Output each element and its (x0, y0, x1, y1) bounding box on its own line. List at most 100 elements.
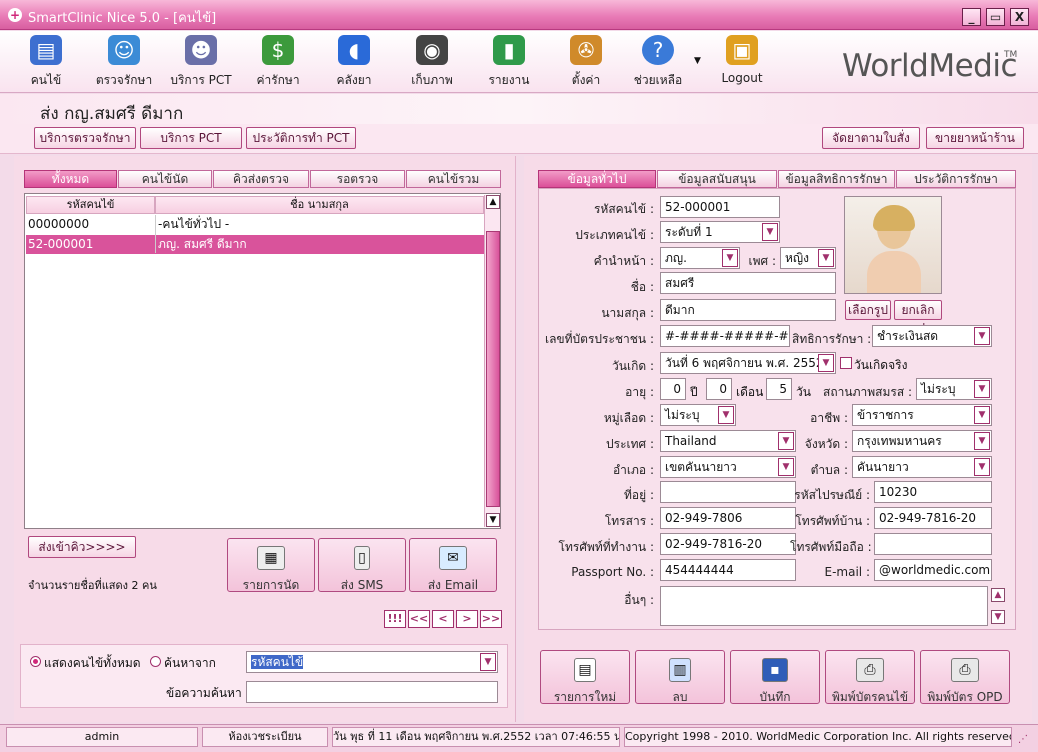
exam-service-button[interactable]: บริการตรวจรักษา (34, 127, 136, 149)
search-text-input[interactable] (246, 681, 498, 703)
tab-all[interactable]: ทั้งหมด (24, 170, 117, 188)
toolbar-pharmacy[interactable]: ◖ คลังยา (318, 35, 390, 91)
minimize-button[interactable]: _ (962, 8, 981, 26)
dispense-prescription-button[interactable]: จัดยาตามใบสั่ง (822, 127, 920, 149)
delete-button[interactable]: ▥ ลบ (635, 650, 725, 704)
print-patient-card-button[interactable]: ⎙ พิมพ์บัตรคนไข้ (825, 650, 915, 704)
last-name-field[interactable]: ดีมาก (660, 299, 836, 321)
chevron-down-icon[interactable]: ▼ (974, 327, 990, 345)
toolbar-help[interactable]: ? ช่วยเหลือ (622, 35, 694, 91)
toolbar-patient[interactable]: ▤ คนไข้ (10, 35, 82, 91)
marital-select[interactable]: ไม่ระบุ ▼ (916, 378, 992, 400)
notes-scroll-up-icon[interactable]: ▲ (991, 588, 1005, 602)
country-select[interactable]: Thailand ▼ (660, 430, 796, 452)
notes-scroll-down-icon[interactable]: ▼ (991, 610, 1005, 624)
chevron-down-icon[interactable]: ▼ (974, 380, 990, 398)
tab-rights-info[interactable]: ข้อมูลสิทธิการรักษา (778, 170, 895, 188)
scroll-down-icon[interactable]: ▼ (486, 513, 500, 527)
tab-support-info[interactable]: ข้อมูลสนับสนุน (657, 170, 777, 188)
column-header-name[interactable]: ชื่อ นามสกุล (155, 196, 484, 214)
age-months-field[interactable]: 0 (706, 378, 732, 400)
chevron-down-icon[interactable]: ▼ (818, 354, 834, 372)
home-phone-field[interactable]: 02-949-7816-20 (874, 507, 992, 529)
print-opd-card-button[interactable]: ⎙ พิมพ์บัตร OPD (920, 650, 1010, 704)
show-all-radio[interactable] (30, 656, 41, 667)
new-record-button[interactable]: ▤ รายการใหม่ (540, 650, 630, 704)
chevron-down-icon[interactable]: ▼ (480, 653, 496, 671)
nav-last-button[interactable]: >> (480, 610, 502, 628)
toolbar-images[interactable]: ◉ เก็บภาพ (396, 35, 468, 91)
search-field-select[interactable]: รหัสคนไข้ ▼ (246, 651, 498, 673)
postal-field[interactable]: 10230 (874, 481, 992, 503)
send-email-button[interactable]: ✉ ส่ง Email (409, 538, 497, 592)
chevron-down-icon[interactable]: ▼ (974, 458, 990, 476)
address-field[interactable] (660, 481, 796, 503)
search-from-radio[interactable] (150, 656, 161, 667)
toolbar-logout[interactable]: ▣ Logout (706, 35, 778, 91)
chevron-down-icon[interactable]: ▼ (974, 432, 990, 450)
table-row[interactable]: 00000000 -คนไข้ทั่วไป - (26, 215, 484, 234)
sex-select[interactable]: หญิง ▼ (780, 247, 836, 269)
passport-field[interactable]: 454444444 (660, 559, 796, 581)
subdistrict-select[interactable]: คันนายาว ▼ (852, 456, 992, 478)
toolbar-settings[interactable]: ✇ ตั้งค่า (550, 35, 622, 91)
nav-prev-button[interactable]: < (432, 610, 454, 628)
tools-icon: ✇ (570, 35, 602, 65)
cancel-photo-button[interactable]: ยกเลิกรูป (894, 300, 942, 335)
retail-sale-button[interactable]: ขายยาหน้าร้าน (926, 127, 1024, 149)
help-dropdown-icon[interactable]: ▼ (694, 56, 701, 66)
toolbar-pct[interactable]: ☻ บริการ PCT (165, 35, 237, 91)
toolbar-report[interactable]: ▮ รายงาน (473, 35, 545, 91)
nav-first-button[interactable]: << (408, 610, 430, 628)
first-name-field[interactable]: สมศรี (660, 272, 836, 294)
scroll-up-icon[interactable]: ▲ (486, 195, 500, 209)
choose-photo-button[interactable]: เลือกรูป (845, 300, 891, 320)
appointment-list-button[interactable]: ▦ รายการนัด (227, 538, 315, 592)
email-field[interactable]: @worldmedic.com (874, 559, 992, 581)
scroll-thumb[interactable] (486, 231, 500, 507)
occupation-select[interactable]: ข้าราชการ ▼ (852, 404, 992, 426)
tab-appointment[interactable]: คนไข้นัด (118, 170, 212, 188)
real-birth-checkbox[interactable] (840, 357, 852, 369)
close-button[interactable]: X (1010, 8, 1029, 26)
fax-field[interactable]: 02-949-7806 (660, 507, 796, 529)
chevron-down-icon[interactable]: ▼ (818, 249, 834, 267)
age-years-field[interactable]: 0 (660, 378, 686, 400)
chevron-down-icon[interactable]: ▼ (974, 406, 990, 424)
blood-select[interactable]: ไม่ระบุ ▼ (660, 404, 736, 426)
age-days-field[interactable]: 5 (766, 378, 792, 400)
district-select[interactable]: เขตคันนายาว ▼ (660, 456, 796, 478)
work-phone-field[interactable]: 02-949-7816-20 (660, 533, 796, 555)
column-header-id[interactable]: รหัสคนไข้ (26, 196, 155, 214)
send-sms-button[interactable]: ▯ ส่ง SMS (318, 538, 406, 592)
save-button[interactable]: ▪ บันทึก (730, 650, 820, 704)
chevron-down-icon[interactable]: ▼ (762, 223, 778, 241)
nav-all-button[interactable]: !!! (384, 610, 406, 628)
resize-grip-icon[interactable]: ⋰ (1018, 734, 1028, 745)
tab-combined[interactable]: คนไข้รวม (406, 170, 501, 188)
send-to-queue-button[interactable]: ส่งเข้าคิว>>>> (28, 536, 136, 558)
tab-treatment-history[interactable]: ประวัติการรักษา (896, 170, 1016, 188)
toolbar-examine[interactable]: ☺ ตรวจรักษา (88, 35, 160, 91)
table-row[interactable]: 52-000001 ภญ. สมศรี ดีมาก (26, 235, 484, 254)
toolbar-fee[interactable]: $ ค่ารักษา (242, 35, 314, 91)
pct-service-button[interactable]: บริการ PCT (140, 127, 242, 149)
tab-exam-queue[interactable]: คิวส่งตรวจ (213, 170, 309, 188)
rights-select[interactable]: ชำระเงินสด ▼ (872, 325, 992, 347)
patient-type-select[interactable]: ระดับที่ 1 ▼ (660, 221, 780, 243)
birth-date-picker[interactable]: วันที่ 6 พฤศจิกายน พ.ศ. 2552 ▼ (660, 352, 836, 374)
maximize-button[interactable]: ▭ (986, 8, 1005, 26)
citizen-id-field[interactable]: #-####-#####-##-# (660, 325, 790, 347)
chevron-down-icon[interactable]: ▼ (722, 249, 738, 267)
chevron-down-icon[interactable]: ▼ (718, 406, 734, 424)
mobile-field[interactable] (874, 533, 992, 555)
prefix-select[interactable]: ภญ. ▼ (660, 247, 740, 269)
patient-id-field[interactable]: 52-000001 (660, 196, 780, 218)
pct-history-button[interactable]: ประวัติการทำ PCT (246, 127, 356, 149)
nav-next-button[interactable]: > (456, 610, 478, 628)
tab-general-info[interactable]: ข้อมูลทั่วไป (538, 170, 656, 188)
tab-waiting[interactable]: รอตรวจ (310, 170, 405, 188)
list-scrollbar[interactable]: ▲ ▼ (484, 195, 500, 527)
other-notes-textarea[interactable] (660, 586, 988, 626)
province-select[interactable]: กรุงเทพมหานคร ▼ (852, 430, 992, 452)
